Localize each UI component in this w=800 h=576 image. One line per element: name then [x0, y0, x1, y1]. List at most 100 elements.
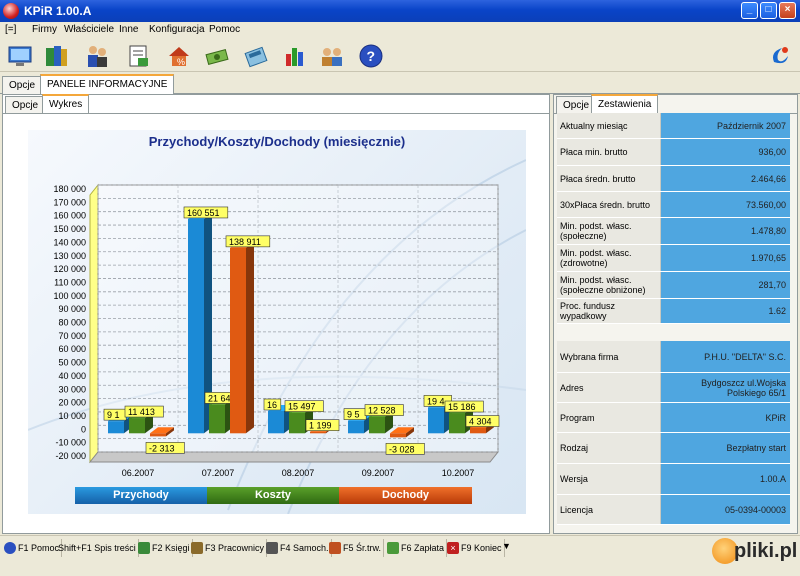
minimize-button[interactable]: _ — [741, 2, 758, 19]
data-label: 11 413 — [128, 407, 155, 417]
monitor-icon[interactable] — [6, 42, 34, 70]
fkey-label: F4 Samoch. — [280, 543, 329, 553]
menu-pomoc[interactable]: Pomoc — [209, 24, 240, 35]
f4-samochody-button[interactable]: F4 Samoch. — [264, 539, 332, 557]
money-icon — [387, 542, 399, 554]
legend-koszty: Koszty — [207, 487, 339, 504]
people-icon[interactable] — [83, 42, 111, 70]
help-icon[interactable]: ? — [357, 42, 385, 70]
house-percent-icon[interactable]: % — [165, 42, 193, 70]
bar — [150, 433, 166, 437]
bar — [289, 412, 305, 434]
money-icon[interactable] — [203, 42, 231, 70]
people-icon — [191, 542, 203, 554]
users-icon[interactable] — [318, 42, 346, 70]
data-label: -3 028 — [389, 444, 415, 454]
firm-row: Wybrana firma P.H.U. "DELTA" S.C. — [557, 341, 790, 373]
car-icon — [266, 542, 278, 554]
data-label: 15 186 — [448, 402, 476, 412]
firm-row: Wersja 1.00.A — [557, 464, 790, 495]
y-axis-wall — [89, 183, 99, 464]
x-tick-label: 08.2007 — [282, 468, 315, 478]
y-tick-label: 60 000 — [58, 344, 86, 354]
chart-plot: 180 000 170 000 160 000 150 000 140 000 130 0… — [53, 183, 500, 478]
y-tick-label: 30 000 — [58, 384, 86, 394]
data-label: 9 5 — [347, 410, 360, 420]
summary-row: Min. podst. własc. (społeczne obniżone) 2… — [557, 272, 790, 299]
bar — [369, 416, 385, 434]
chevron-down-icon[interactable]: ▼ — [502, 541, 511, 551]
fkey-label: F5 Śr.trw. — [343, 543, 382, 553]
data-label: 1 199 — [309, 421, 332, 431]
tab-left-opcje[interactable]: Opcje — [5, 96, 46, 114]
app-icon — [3, 3, 19, 19]
f6-zaplata-button[interactable]: F6 Zapłata — [385, 539, 448, 557]
books-icon — [138, 542, 150, 554]
help-icon — [4, 542, 16, 554]
fkey-label: Shift+F1 Spis treści — [58, 543, 136, 553]
invoice-icon[interactable] — [124, 42, 152, 70]
menu-inne[interactable]: Inne — [119, 24, 138, 35]
maximize-button[interactable]: □ — [760, 2, 777, 19]
menu-wlasciciele[interactable]: Właściciele — [64, 24, 114, 35]
toolbar: % ? — [0, 39, 800, 72]
bar — [470, 427, 486, 434]
bar-chart-icon[interactable] — [281, 42, 309, 70]
bar — [209, 404, 225, 434]
window-title: KPiR 1.00.A — [24, 4, 92, 18]
legend-przychody: Przychody — [75, 487, 207, 504]
data-label: 12 528 — [368, 406, 396, 416]
y-tick-label: 10 000 — [58, 411, 86, 421]
menu-konfiguracja[interactable]: Konfiguracja — [149, 24, 205, 35]
data-label: 138 911 — [229, 237, 261, 247]
tab-wykres[interactable]: Wykres — [42, 94, 90, 114]
x-tick-label: 10.2007 — [442, 468, 475, 478]
data-label: 4 304 — [469, 417, 492, 427]
summary-row: Płaca średn. brutto 2.464,66 — [557, 166, 790, 192]
bar — [348, 420, 364, 434]
f9-koniec-button[interactable]: × F9 Koniec — [445, 539, 505, 557]
tab-opcje[interactable]: Opcje — [2, 76, 43, 94]
y-tick-label: 150 000 — [53, 224, 86, 234]
f1-help-button[interactable]: F1 Pomoc — [2, 539, 63, 557]
y-tick-label: 140 000 — [53, 237, 86, 247]
bar — [108, 421, 124, 434]
svg-text:%: % — [177, 57, 185, 67]
y-tick-label: 110 000 — [54, 277, 86, 287]
tab-panele-informacyjne[interactable]: PANELE INFORMACYJNE — [40, 74, 175, 94]
calculator-icon[interactable] — [242, 42, 270, 70]
books-icon[interactable] — [42, 42, 70, 70]
y-tick-label: 130 000 — [53, 251, 86, 261]
data-label: -2 313 — [149, 443, 175, 453]
firm-row: Licencja 05-0394-00003 — [557, 495, 790, 525]
logo-icon — [766, 42, 794, 70]
f2-ksiegi-button[interactable]: F2 Księgi — [136, 539, 193, 557]
f5-srodki-trwale-button[interactable]: F5 Śr.trw. — [327, 539, 385, 557]
bar — [129, 418, 145, 434]
y-tick-label: 160 000 — [53, 211, 86, 221]
data-label: 15 497 — [288, 402, 316, 412]
data-label: 16 — [267, 400, 277, 410]
chart: Przychody/Koszty/Dochody (miesięcznie) 1… — [28, 130, 526, 514]
bar — [230, 247, 246, 434]
menu-firmy[interactable]: Firmy — [32, 24, 57, 35]
x-tick-label: 09.2007 — [362, 468, 395, 478]
title-bar: KPiR 1.00.A _ □ × — [0, 0, 800, 22]
f3-pracownicy-button[interactable]: F3 Pracownicy — [189, 539, 268, 557]
fkey-label: F6 Zapłata — [401, 543, 445, 553]
close-button[interactable]: × — [779, 2, 796, 19]
firm-row: Rodzaj Bezpłatny start — [557, 433, 790, 464]
fkey-label: F9 Koniec — [461, 543, 502, 553]
summary-row: Płaca min. brutto 936,00 — [557, 139, 790, 166]
exit-icon: × — [447, 542, 459, 554]
summary-row: Proc. fundusz wypadkowy 1.62 — [557, 299, 790, 324]
y-tick-label: 20 000 — [58, 398, 86, 408]
y-tick-label: 180 000 — [53, 184, 86, 194]
y-tick-label: 120 000 — [53, 264, 86, 274]
y-tick-label: 170 000 — [53, 197, 86, 207]
y-tick-label: 90 000 — [58, 304, 86, 314]
y-tick-label: 50 000 — [58, 358, 86, 368]
menu-system[interactable]: [=] — [5, 24, 16, 35]
shift-f1-contents-button[interactable]: Shift+F1 Spis treści — [56, 539, 139, 557]
tab-zestawienia[interactable]: Zestawienia — [591, 94, 659, 114]
